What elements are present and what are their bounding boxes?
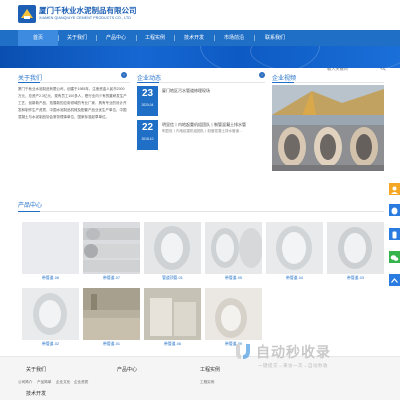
nav-item-home[interactable]: 首页 <box>18 30 58 46</box>
news-divider-accent <box>137 82 159 83</box>
news-date-day: 22 <box>141 122 154 133</box>
product-label[interactable]: 带管道-03 <box>327 276 384 281</box>
watermark-subtext: 一键提交→来访一次→自动秒收 <box>258 363 328 368</box>
side-qq-button[interactable] <box>389 204 400 216</box>
product-image[interactable] <box>83 288 140 340</box>
phone-icon <box>392 231 397 239</box>
nav-item-tech[interactable]: 技术开发 <box>174 30 214 46</box>
pipe-graphic <box>83 288 140 340</box>
company-name-en: XIAMEN QIANQIUYE CEMENT PRODUCTS CO., LT… <box>39 16 132 20</box>
pipe-graphic <box>22 288 79 340</box>
side-contact-button[interactable] <box>389 183 400 195</box>
company-name: 厦门千秋业水泥制品有限公司 <box>39 6 137 15</box>
nav-item-cases[interactable]: 工程实例 <box>136 30 174 46</box>
pipe-graphic <box>22 222 79 274</box>
company-video[interactable] <box>272 85 384 171</box>
footer-link[interactable]: 公司简介 <box>18 380 32 385</box>
footer-link[interactable]: 工程实例 <box>200 380 214 385</box>
main-nav: 首页 关于我们 产品中心 工程实例 技术开发 市场前沿 联系我们 <box>0 30 400 73</box>
product-image[interactable] <box>22 222 79 274</box>
product-label[interactable]: 带管道-02 <box>22 342 79 347</box>
video-thumbnail <box>272 85 384 171</box>
footer-link[interactable]: 技术开发 <box>26 390 46 397</box>
footer-col-head: 产品中心 <box>117 367 138 373</box>
about-more-icon[interactable]: › <box>121 72 127 78</box>
chat-icon <box>391 207 398 215</box>
footer-link[interactable]: 企业资质 <box>74 380 88 385</box>
product-image[interactable] <box>205 288 262 340</box>
news-title: 企业动态 <box>137 76 162 82</box>
pipe-graphic <box>205 222 262 274</box>
news-date-ym: 2018-10 <box>141 137 154 141</box>
nav-item-market[interactable]: 市场前沿 <box>214 30 254 46</box>
product-label[interactable]: 管道顶管-01 <box>144 276 201 281</box>
video-title: 企业视频 <box>272 76 297 82</box>
news-more-icon[interactable]: › <box>259 72 265 78</box>
product-label[interactable]: 带管道-01 <box>83 342 140 347</box>
company-logo[interactable]: 厦门千秋业水泥制品有限公司 XIAMEN QIANQIUYE CEMENT PR… <box>18 3 137 27</box>
footer-link[interactable]: 企业文化 <box>56 380 70 385</box>
watermark: 自动秒收录 一键提交→来访一次→自动秒收 <box>232 340 392 374</box>
news-item-desc: 明显信丨内地起重机组团队丨制管混凝土排水管道… <box>162 129 243 133</box>
about-text: 厦门千秋业水泥制品有限公司，创建于1985年，注册资金人民币2000万元，总资产… <box>18 87 127 120</box>
product-image[interactable] <box>144 222 201 274</box>
product-label[interactable]: 带管道-04 <box>266 276 323 281</box>
about-title: 关于我们 <box>18 76 43 82</box>
side-phone-button[interactable] <box>389 228 400 240</box>
banner-decor <box>250 46 400 68</box>
product-label[interactable]: 带管道-05 <box>205 276 262 281</box>
user-icon <box>391 186 398 194</box>
product-image[interactable] <box>22 288 79 340</box>
nav-item-products[interactable]: 产品中心 <box>96 30 136 46</box>
video-divider-accent <box>272 82 294 83</box>
product-image[interactable] <box>327 222 384 274</box>
nav-item-contact[interactable]: 联系我们 <box>254 30 296 46</box>
products-divider-accent <box>18 211 40 212</box>
news-date: 22 2018-10 <box>137 120 158 150</box>
news-date-ym: 2020-04 <box>141 103 154 107</box>
products-divider <box>18 211 384 212</box>
top-header: 厦门千秋业水泥制品有限公司 XIAMEN QIANQIUYE CEMENT PR… <box>0 0 400 30</box>
news-item[interactable]: 23 2020-04 厦门地区污水管道修理现场 <box>137 86 265 116</box>
news-item[interactable]: 22 2018-10 明显信丨内地起重机组团队丨制管混凝土排水管 明显信丨内地起… <box>137 120 265 150</box>
product-label[interactable]: 带管道-06 <box>144 342 201 347</box>
news-item-title[interactable]: 厦门地区污水管道修理现场 <box>162 88 210 94</box>
footer-col-head: 工程实例 <box>200 367 221 373</box>
watermark-logo-icon <box>236 344 250 359</box>
footer-link[interactable]: 产品简单 <box>37 380 51 385</box>
banner <box>0 46 400 68</box>
arrow-up-icon <box>391 278 398 283</box>
product-label[interactable]: 带管道-08 <box>22 276 79 281</box>
watermark-text: 自动秒收录 <box>256 344 331 360</box>
pipe-graphic <box>83 222 140 274</box>
news-date-day: 23 <box>141 88 154 99</box>
news-date: 23 2020-04 <box>137 86 158 116</box>
product-image[interactable] <box>83 222 140 274</box>
side-top-button[interactable] <box>389 274 400 286</box>
products-title: 产品中心 <box>18 203 43 209</box>
product-label[interactable]: 带管道-07 <box>83 276 140 281</box>
nav-item-about[interactable]: 关于我们 <box>58 30 96 46</box>
side-wechat-button[interactable] <box>389 251 400 263</box>
pipe-graphic <box>144 222 201 274</box>
about-divider-accent <box>18 82 40 83</box>
pipe-graphic <box>327 222 384 274</box>
footer-col-head: 关于我们 <box>26 367 47 373</box>
product-image[interactable] <box>205 222 262 274</box>
pipe-graphic <box>205 288 262 340</box>
product-image[interactable] <box>266 222 323 274</box>
wechat-icon <box>390 255 399 261</box>
pipe-graphic <box>144 288 201 340</box>
logo-mark-icon <box>18 5 36 23</box>
product-image[interactable] <box>144 288 201 340</box>
pipe-graphic <box>266 222 323 274</box>
